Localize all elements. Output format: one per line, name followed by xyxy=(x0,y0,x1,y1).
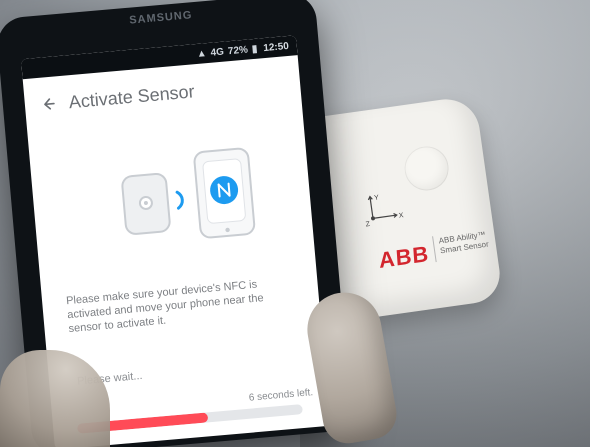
battery-percent: 72% xyxy=(227,44,249,57)
abb-divider xyxy=(432,236,437,263)
status-time: 12:50 xyxy=(262,40,290,54)
phone-nfc-icon xyxy=(193,147,256,239)
network-label: 4G xyxy=(210,46,225,59)
battery-icon: ▮ xyxy=(251,43,258,55)
arrow-left-icon[interactable] xyxy=(38,94,58,114)
photo-background: Y X Z ABB ABB Ability™ Smart Sensor SAMS… xyxy=(0,0,590,447)
abb-logo: ABB xyxy=(378,240,431,273)
countdown-text: 6 seconds left. xyxy=(248,387,314,404)
svg-text:X: X xyxy=(398,212,404,220)
svg-text:Z: Z xyxy=(365,221,371,228)
page-title: Activate Sensor xyxy=(67,80,196,112)
sensor-icon xyxy=(121,172,171,235)
abb-product-label: ABB Ability™ Smart Sensor xyxy=(438,229,492,256)
progress-bar xyxy=(76,404,303,434)
sensor-button xyxy=(401,143,452,194)
svg-text:Y: Y xyxy=(374,194,380,202)
phone-brand: SAMSUNG xyxy=(128,9,193,27)
nfc-illustration xyxy=(121,147,256,239)
axis-graphic: Y X Z xyxy=(365,194,404,228)
signal-icon: ▲ xyxy=(196,47,208,60)
nfc-instructions: Please make sure your device's NFC is ac… xyxy=(65,278,265,336)
status-icons: ▲ 4G 72% ▮ xyxy=(196,43,258,59)
nfc-wave-icon xyxy=(175,190,184,210)
